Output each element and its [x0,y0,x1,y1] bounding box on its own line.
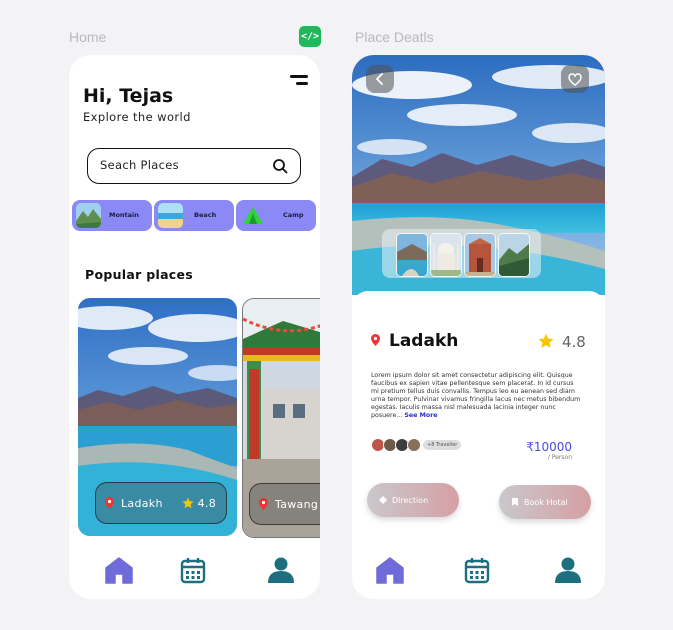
gallery-thumb-1[interactable] [396,233,428,277]
place-card-tawang[interactable]: Tawang [242,298,320,538]
heart-icon [568,72,582,86]
search-input[interactable]: Seach Places [87,148,301,184]
gallery-thumbnails [382,229,541,278]
home-icon[interactable] [104,555,134,585]
see-more-link[interactable]: See More [404,412,437,419]
back-button[interactable] [366,65,394,93]
star-icon [181,497,194,509]
traveller-avatars: +8 Traveller [371,438,462,452]
bottom-nav [69,547,320,599]
beach-thumb [158,203,183,228]
place-info-pill: Tawang [249,483,320,525]
location-pin-icon [259,498,268,510]
place-rating: 4.8 [197,496,216,510]
category-camp[interactable]: Camp [236,200,316,231]
home-frame-label: Home [69,29,107,45]
price-unit: / Person [547,454,572,461]
category-mountain[interactable]: Montain [72,200,152,231]
profile-icon[interactable] [553,555,583,585]
direction-icon [379,496,387,504]
chevron-left-icon [376,73,383,85]
book-hotel-label: Book Hotal [524,497,568,507]
gallery-thumb-3[interactable] [464,233,496,277]
category-list: Montain Beach Camp [72,200,318,232]
location-pin-icon [105,497,114,509]
code-icon[interactable]: </> [299,26,321,47]
place-name: Ladakh [121,496,163,510]
search-icon[interactable] [272,158,288,174]
category-label: Beach [194,211,217,219]
favorite-button[interactable] [561,65,589,93]
category-label: Montain [109,211,139,219]
place-description: Lorem ipsum dolor sit amet consectetur a… [371,372,581,420]
direction-label: Direction [392,495,429,505]
profile-icon[interactable] [266,555,296,585]
greeting-title: Hi, Tejas [83,85,174,107]
place-detail-screen: Ladakh 4.8 Lorem ipsum dolor sit amet co… [352,55,605,599]
star-icon [538,333,554,348]
place-rating: 4.8 [562,333,586,351]
tent-icon [243,207,263,224]
book-hotel-button[interactable]: Book Hotal [499,485,591,519]
avatar [407,438,421,452]
greeting-subtitle: Explore the world [83,110,191,124]
place-info-pill: Ladakh 4.8 [95,482,227,524]
search-placeholder: Seach Places [100,158,179,172]
bottom-nav [352,547,605,599]
calendar-icon[interactable] [462,555,492,585]
bookmark-icon [512,498,518,506]
mountain-thumb [76,203,101,228]
description-text: Lorem ipsum dolor sit amet consectetur a… [371,372,581,419]
traveller-count-badge: +8 Traveller [423,440,462,450]
price: ₹10000 [526,440,572,454]
menu-icon[interactable] [290,75,308,87]
category-beach[interactable]: Beach [154,200,234,231]
direction-button[interactable]: Direction [367,483,459,517]
location-pin-icon [371,334,380,346]
place-name: Tawang [275,497,319,511]
popular-places-title: Popular places [85,267,194,282]
detail-frame-label: Place Deatls [355,29,434,45]
home-icon[interactable] [375,555,405,585]
detail-sheet: Ladakh 4.8 Lorem ipsum dolor sit amet co… [352,291,605,599]
category-label: Camp [283,211,304,219]
home-screen: Hi, Tejas Explore the world Seach Places… [69,55,320,599]
calendar-icon[interactable] [178,555,208,585]
gallery-thumb-4[interactable] [498,233,530,277]
place-card-ladakh[interactable]: Ladakh 4.8 [78,298,237,536]
gallery-thumb-2[interactable] [430,233,462,277]
place-title: Ladakh [389,331,459,351]
